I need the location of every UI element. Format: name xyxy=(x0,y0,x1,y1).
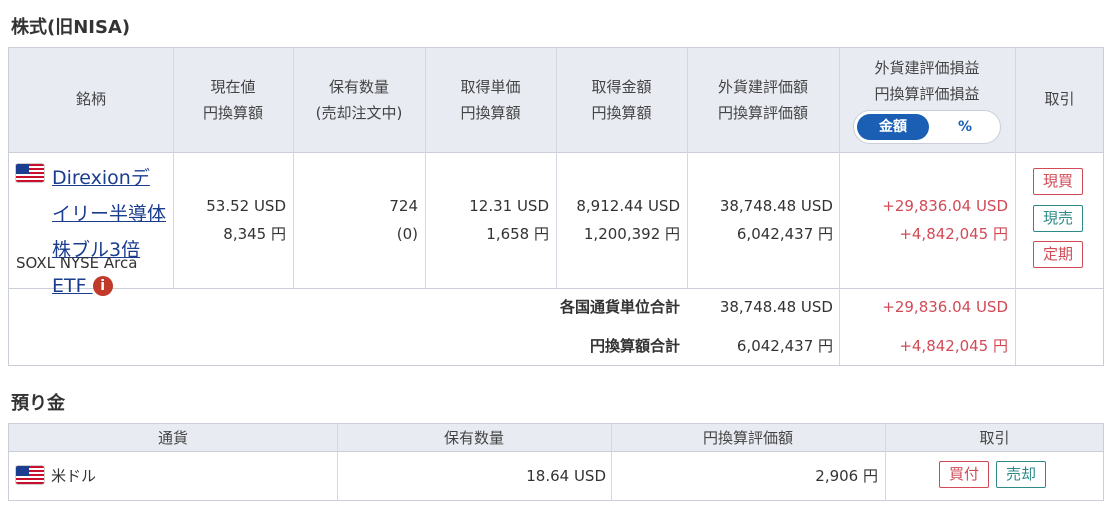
spot-buy-button[interactable]: 現買 xyxy=(1033,168,1083,195)
cost-jpy: 1,200,392 円 xyxy=(583,225,680,243)
current-price-usd: 53.52 USD xyxy=(206,197,286,215)
currency-total-pl: +29,836.04 USD xyxy=(882,298,1008,316)
deposit-currency-name: 米ドル xyxy=(51,467,97,485)
deposit-section-title: 預り金 xyxy=(11,393,65,414)
toggle-amount-option[interactable]: 金額 xyxy=(857,114,929,140)
cost-usd: 8,912.44 USD xyxy=(576,197,680,215)
amount-percent-toggle[interactable]: 金額 % xyxy=(853,110,1001,144)
holding-qty: 724 xyxy=(389,197,418,215)
valuation-usd: 38,748.48 USD xyxy=(719,197,833,215)
profit-loss-usd: +29,836.04 USD xyxy=(882,197,1008,215)
header-pl-line1: 外貨建評価損益 xyxy=(874,59,980,77)
header-trade: 取引 xyxy=(1044,90,1075,108)
currency-total-label: 各国通貨単位合計 xyxy=(559,298,680,316)
toggle-percent-option[interactable]: % xyxy=(932,114,998,140)
header-val-line1: 外貨建評価額 xyxy=(717,78,808,96)
ticker-exchange: SOXL NYSE Arca xyxy=(16,254,138,272)
header-qty-line2: (売却注文中) xyxy=(315,104,403,122)
deposit-buy-button[interactable]: 買付 xyxy=(939,461,989,488)
spot-sell-button[interactable]: 現売 xyxy=(1033,205,1083,232)
header-pl-line2: 円換算評価損益 xyxy=(874,85,980,103)
header-valuation: 外貨建評価額 円換算評価額 xyxy=(687,74,839,126)
unit-cost-jpy: 1,658 円 xyxy=(486,225,549,243)
header-name: 銘柄 xyxy=(75,90,106,108)
valuation-jpy: 6,042,437 円 xyxy=(736,225,833,243)
stocks-section-title: 株式(旧NISA) xyxy=(11,17,131,38)
header-price: 現在値 円換算額 xyxy=(173,74,293,126)
us-flag-icon xyxy=(15,163,45,183)
jpy-total-pl: +4,842,045 円 xyxy=(899,337,1008,355)
profit-loss-jpy: +4,842,045 円 xyxy=(899,225,1008,243)
selling-qty: (0) xyxy=(396,225,418,243)
header-cost-line2: 円換算額 xyxy=(591,104,652,122)
header-qty-line1: 保有数量 xyxy=(328,78,389,96)
jpy-total-label: 円換算額合計 xyxy=(589,337,680,355)
deposit-header-trade: 取引 xyxy=(979,429,1010,447)
deposit-header-jpy-value: 円換算評価額 xyxy=(702,429,793,447)
header-price-line1: 現在値 xyxy=(210,78,256,96)
header-unit-line1: 取得単価 xyxy=(460,78,521,96)
header-val-line2: 円換算評価額 xyxy=(717,104,808,122)
deposit-qty: 18.64 USD xyxy=(526,467,606,485)
header-price-line2: 円換算額 xyxy=(202,104,263,122)
jpy-total-value: 6,042,437 円 xyxy=(736,337,833,355)
us-flag-icon xyxy=(15,465,45,485)
header-cost: 取得金額 円換算額 xyxy=(556,74,687,126)
header-unit-cost: 取得単価 円換算額 xyxy=(425,74,556,126)
header-cost-line1: 取得金額 xyxy=(591,78,652,96)
unit-cost-usd: 12.31 USD xyxy=(469,197,549,215)
deposit-header-qty: 保有数量 xyxy=(443,429,504,447)
header-qty: 保有数量 (売却注文中) xyxy=(293,74,425,126)
current-price-jpy: 8,345 円 xyxy=(223,225,286,243)
deposit-jpy-value: 2,906 円 xyxy=(815,467,878,485)
deposit-header-currency: 通貨 xyxy=(157,429,188,447)
currency-total-value: 38,748.48 USD xyxy=(719,298,833,316)
deposit-sell-button[interactable]: 売却 xyxy=(996,461,1046,488)
regular-buy-button[interactable]: 定期 xyxy=(1033,241,1083,268)
info-icon[interactable]: i xyxy=(92,276,113,296)
header-unit-line2: 円換算額 xyxy=(460,104,521,122)
header-profit-loss: 外貨建評価損益 円換算評価損益 xyxy=(839,55,1015,107)
security-name-link[interactable]: Direxionデイリー半導体株ブル3倍ETF i xyxy=(52,160,167,304)
